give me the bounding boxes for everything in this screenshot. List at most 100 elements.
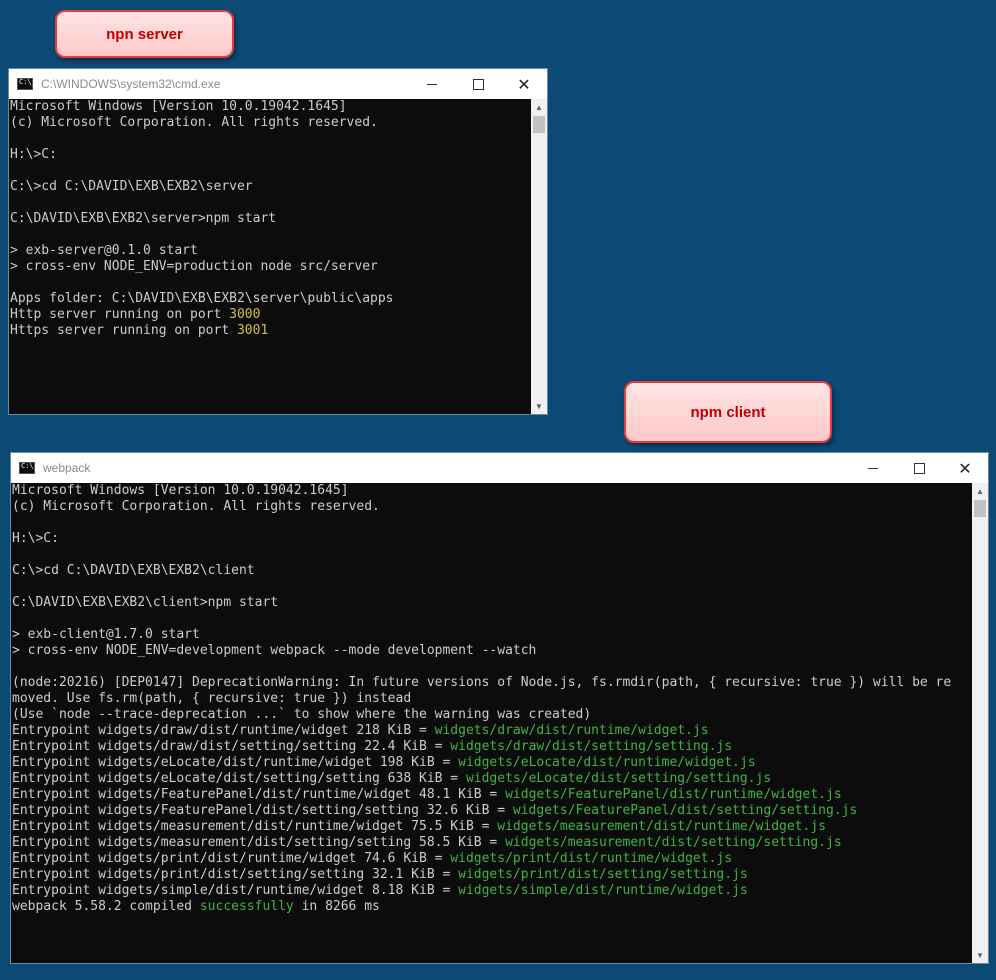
console-text: C:\DAVID\EXB\EXB2\server>npm start [10,211,277,226]
scroll-up-icon[interactable]: ▲ [531,99,547,115]
callout-client-text: npm client [690,403,766,421]
maximize-button[interactable] [896,453,942,483]
console-line: moved. Use fs.rm(path, { recursive: true… [12,691,972,707]
console-line: Entrypoint widgets/draw/dist/setting/set… [12,739,972,755]
output-file-path: widgets/FeaturePanel/dist/setting/settin… [512,803,858,818]
console-line: webpack 5.58.2 compiled successfully in … [12,899,972,915]
port-number: 3001 [236,323,269,338]
scroll-thumb[interactable] [533,116,545,133]
scroll-down-icon[interactable]: ▼ [531,398,547,414]
scroll-thumb[interactable] [974,500,986,517]
console-line: (Use `node --trace-deprecation ...` to s… [12,707,972,723]
console-line: (c) Microsoft Corporation. All rights re… [10,115,531,131]
scroll-down-icon[interactable]: ▼ [972,947,988,963]
console-line: Entrypoint widgets/FeaturePanel/dist/set… [12,803,972,819]
callout-server: npn server [55,10,234,58]
server-window-title: C:\WINDOWS\system32\cmd.exe [41,77,221,91]
server-scrollbar[interactable]: ▲ ▼ [531,99,547,414]
console-line: C:\>cd C:\DAVID\EXB\EXB2\client [12,563,972,579]
console-text: (c) Microsoft Corporation. All rights re… [12,499,380,514]
console-line: Entrypoint widgets/FeaturePanel/dist/run… [12,787,972,803]
maximize-button[interactable] [455,69,501,99]
cmd-icon [17,78,36,90]
console-text: > exb-server@0.1.0 start [10,243,198,258]
console-text: > cross-env NODE_ENV=production node src… [10,259,378,274]
console-text: Microsoft Windows [Version 10.0.19042.16… [10,99,347,114]
output-file-path: widgets/FeaturePanel/dist/runtime/widget… [505,787,842,802]
console-text: Entrypoint widgets/measurement/dist/sett… [12,835,506,850]
console-line: Entrypoint widgets/print/dist/setting/se… [12,867,972,883]
close-button[interactable]: ✕ [942,453,988,483]
console-line: Entrypoint widgets/print/dist/runtime/wi… [12,851,972,867]
console-line: > cross-env NODE_ENV=production node src… [10,259,531,275]
console-line: C:\>cd C:\DAVID\EXB\EXB2\server [10,179,531,195]
output-file-path: widgets/draw/dist/setting/setting.js [450,739,733,754]
port-number: 3000 [229,307,261,322]
console-text: C:\DAVID\EXB\EXB2\client>npm start [12,595,279,610]
console-text: C:\>cd C:\DAVID\EXB\EXB2\server [10,179,253,194]
console-line: Entrypoint widgets/eLocate/dist/runtime/… [12,755,972,771]
output-file-path: widgets/measurement/dist/runtime/widget.… [497,819,826,834]
console-line: Entrypoint widgets/measurement/dist/sett… [12,835,972,851]
console-text: Apps folder: C:\DAVID\EXB\EXB2\server\pu… [10,291,394,306]
cmd-icon [19,462,38,474]
console-text-suffix: in 8266 ms [293,899,380,914]
console-text: (node:20216) [DEP0147] DeprecationWarnin… [12,675,952,690]
console-text: moved. Use fs.rm(path, { recursive: true… [12,691,412,706]
scroll-up-icon[interactable]: ▲ [972,483,988,499]
console-line: H:\>C: [12,531,972,547]
console-text: Entrypoint widgets/draw/dist/runtime/wid… [12,723,435,738]
output-file-path: widgets/print/dist/setting/setting.js [458,867,748,882]
client-title-bar[interactable]: webpack ✕ [11,453,988,483]
client-window-title: webpack [43,461,91,475]
console-line: H:\>C: [10,147,531,163]
output-file-path: widgets/eLocate/dist/setting/setting.js [465,771,772,786]
console-text: H:\>C: [12,531,59,546]
console-text: Microsoft Windows [Version 10.0.19042.16… [12,483,349,498]
console-text: C:\>cd C:\DAVID\EXB\EXB2\client [12,563,255,578]
server-title-bar[interactable]: C:\WINDOWS\system32\cmd.exe ✕ [9,69,547,99]
console-text: Entrypoint widgets/measurement/dist/runt… [12,819,498,834]
console-line: Entrypoint widgets/simple/dist/runtime/w… [12,883,972,899]
minimize-button[interactable] [409,69,455,99]
console-line: Entrypoint widgets/measurement/dist/runt… [12,819,972,835]
client-scrollbar[interactable]: ▲ ▼ [972,483,988,963]
console-text: Entrypoint widgets/FeaturePanel/dist/run… [12,787,506,802]
console-line: (node:20216) [DEP0147] DeprecationWarnin… [12,675,972,691]
console-text: > exb-client@1.7.0 start [12,627,200,642]
console-text: Entrypoint widgets/print/dist/setting/se… [12,867,459,882]
minimize-button[interactable] [850,453,896,483]
output-file-path: widgets/draw/dist/runtime/widget.js [434,723,709,738]
console-text: > cross-env NODE_ENV=development webpack… [12,643,537,658]
console-line: Microsoft Windows [Version 10.0.19042.16… [10,99,531,115]
callout-server-text: npn server [106,25,183,43]
console-text: Entrypoint widgets/eLocate/dist/setting/… [12,771,466,786]
console-line: > cross-env NODE_ENV=development webpack… [12,643,972,659]
output-file-path: successfully [199,899,294,914]
output-file-path: widgets/measurement/dist/setting/setting… [505,835,842,850]
console-text: Entrypoint widgets/draw/dist/setting/set… [12,739,451,754]
close-button[interactable]: ✕ [501,69,547,99]
client-console-output[interactable]: Microsoft Windows [Version 10.0.19042.16… [11,483,972,963]
client-console-window[interactable]: webpack ✕ Microsoft Windows [Version 10.… [11,453,988,963]
console-line: Microsoft Windows [Version 10.0.19042.16… [12,483,972,499]
console-line: Entrypoint widgets/draw/dist/runtime/wid… [12,723,972,739]
console-text: Entrypoint widgets/print/dist/runtime/wi… [12,851,451,866]
console-line: (c) Microsoft Corporation. All rights re… [12,499,972,515]
console-text: webpack 5.58.2 compiled [12,899,200,914]
output-file-path: widgets/print/dist/runtime/widget.js [450,851,733,866]
server-console-output[interactable]: Microsoft Windows [Version 10.0.19042.16… [9,99,531,414]
console-text: Https server running on port [10,323,237,338]
console-text: (c) Microsoft Corporation. All rights re… [10,115,378,130]
console-line: > exb-server@0.1.0 start [10,243,531,259]
output-file-path: widgets/simple/dist/runtime/widget.js [458,883,748,898]
callout-client: npm client [624,381,832,443]
console-line: Entrypoint widgets/eLocate/dist/setting/… [12,771,972,787]
console-line: C:\DAVID\EXB\EXB2\server>npm start [10,211,531,227]
server-console-window[interactable]: C:\WINDOWS\system32\cmd.exe ✕ Microsoft … [9,69,547,414]
